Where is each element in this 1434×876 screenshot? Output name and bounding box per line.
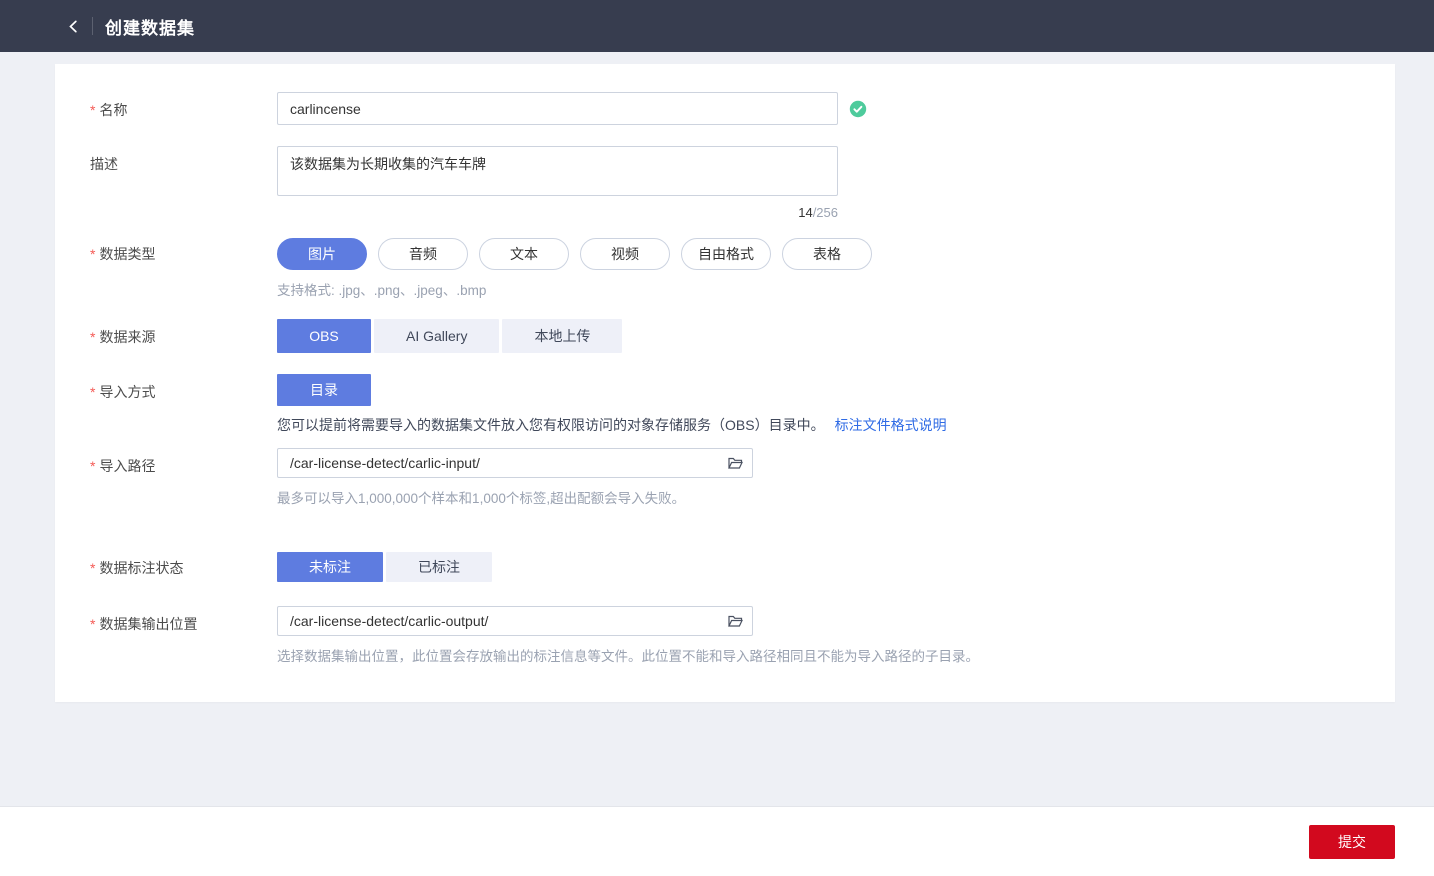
output-location-browse-button[interactable] <box>725 611 745 631</box>
import-path-row: *导入路径 最多可以导入1,000,000个样本和1,000个标签,超出配 <box>90 448 1355 507</box>
name-row: * 名称 <box>90 92 1355 125</box>
name-label: * 名称 <box>90 102 128 118</box>
submit-button[interactable]: 提交 <box>1309 824 1395 859</box>
description-row: 描述 14/256 <box>90 146 1355 220</box>
open-folder-icon <box>727 613 744 629</box>
import-method-label: * 导入方式 <box>90 384 156 400</box>
char-counter: 14/256 <box>277 205 838 220</box>
required-star: * <box>90 616 96 632</box>
output-location-row: *数据集输出位置 选择数据集输出位置，此位置会存放输出的标注信息等文件。此 <box>90 606 1355 665</box>
data-source-option[interactable]: 本地上传 <box>502 319 623 353</box>
import-path-browse-button[interactable] <box>725 453 745 473</box>
data-type-option[interactable]: 文本 <box>479 238 569 270</box>
import-method-hint: 您可以提前将需要导入的数据集文件放入您有权限访问的对象存储服务（OBS）目录中。… <box>277 417 947 433</box>
required-star: * <box>90 458 96 474</box>
page-title: 创建数据集 <box>105 18 195 38</box>
data-type-group: 图片 音频 文本 视频 自由格式 表格 <box>277 238 1355 270</box>
data-type-option[interactable]: 视频 <box>580 238 670 270</box>
open-folder-icon <box>727 455 744 471</box>
back-button[interactable] <box>62 15 84 37</box>
top-bar: 创建数据集 <box>0 0 1434 52</box>
import-method-row: * 导入方式 目录 您可以提前将需要导入的数据集文件放入您有权限访问的对象存储服务… <box>90 374 1355 435</box>
create-dataset-form: *名称 描述 14/256 <box>55 64 1395 702</box>
required-star: * <box>90 384 96 400</box>
required-star: * <box>90 560 96 576</box>
output-location-input[interactable] <box>277 606 753 636</box>
data-type-row: * 数据类型 图片 音频 文本 视频 自由格式 表格 支持格式: .jpg、.png、.jp… <box>90 238 1355 299</box>
output-location-label: * 数据集输出位置 <box>90 616 198 632</box>
description-label: 描述 <box>90 156 118 172</box>
description-textarea[interactable] <box>277 146 838 196</box>
label-status-group: 未标注 已标注 <box>277 552 1355 582</box>
import-method-group: 目录 <box>277 374 1355 406</box>
import-path-label: * 导入路径 <box>90 458 156 474</box>
label-status-label: * 数据标注状态 <box>90 560 184 576</box>
divider <box>92 17 93 35</box>
label-status-row: * 数据标注状态 未标注 已标注 <box>90 552 1355 582</box>
label-status-option[interactable]: 已标注 <box>386 552 492 582</box>
import-method-option[interactable]: 目录 <box>277 374 371 406</box>
footer-bar: 提交 <box>0 806 1434 876</box>
name-input[interactable] <box>277 92 838 125</box>
required-star: * <box>90 329 96 345</box>
label-format-doc-link[interactable]: 标注文件格式说明 <box>835 417 947 433</box>
import-path-input[interactable] <box>277 448 753 478</box>
chevron-left-icon <box>66 19 81 34</box>
char-count-max: /256 <box>812 205 838 220</box>
data-source-row: * 数据来源 OBS AI Gallery 本地上传 <box>90 319 1355 353</box>
valid-check-icon <box>849 100 867 118</box>
required-star: * <box>90 246 96 262</box>
data-type-option[interactable]: 表格 <box>782 238 872 270</box>
import-path-hint: 最多可以导入1,000,000个样本和1,000个标签,超出配额会导入失败。 <box>277 491 686 506</box>
data-source-label: * 数据来源 <box>90 329 156 345</box>
data-source-option[interactable]: AI Gallery <box>374 319 500 353</box>
page-body: *名称 描述 14/256 <box>0 52 1434 702</box>
data-type-format-hint: 支持格式: .jpg、.png、.jpeg、.bmp <box>277 283 487 298</box>
data-type-label: * 数据类型 <box>90 246 156 262</box>
data-source-group: OBS AI Gallery 本地上传 <box>277 319 1355 353</box>
data-type-option[interactable]: 图片 <box>277 238 367 270</box>
data-type-option[interactable]: 自由格式 <box>681 238 771 270</box>
label-status-option[interactable]: 未标注 <box>277 552 383 582</box>
data-type-option[interactable]: 音频 <box>378 238 468 270</box>
required-star: * <box>90 102 96 118</box>
data-source-option[interactable]: OBS <box>277 319 371 353</box>
output-location-hint: 选择数据集输出位置，此位置会存放输出的标注信息等文件。此位置不能和导入路径相同且… <box>277 649 979 664</box>
char-count-current: 14 <box>798 205 813 220</box>
